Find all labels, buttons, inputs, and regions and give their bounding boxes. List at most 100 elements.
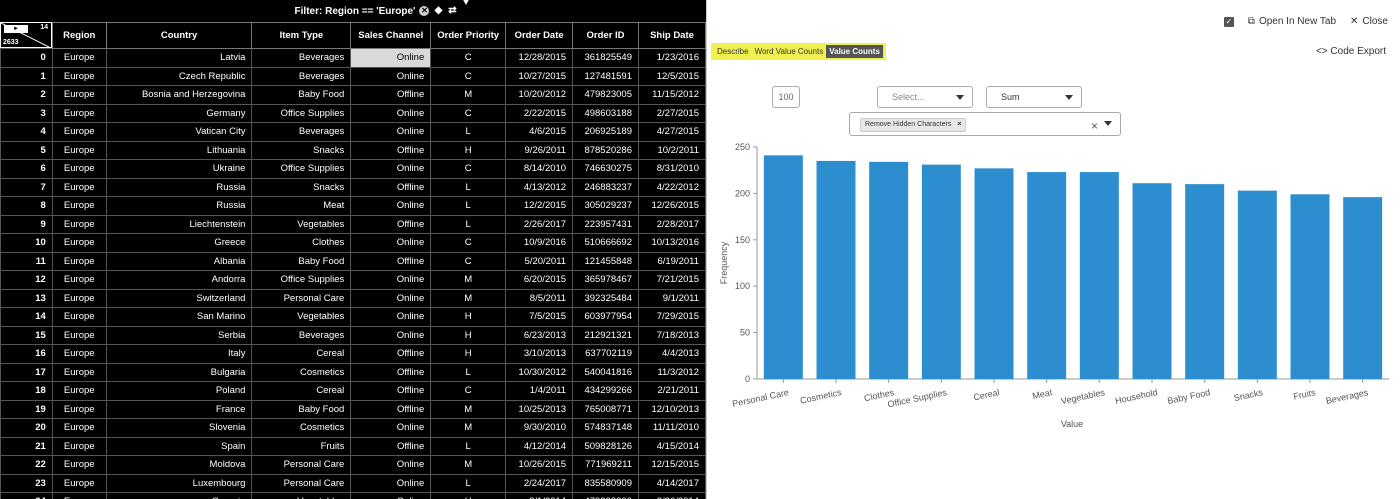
table-cell[interactable]: Online [350,307,432,327]
table-cell[interactable]: L [430,473,507,493]
table-cell[interactable]: 11/11/2010 [638,418,706,438]
table-cell[interactable]: 479823300 [572,492,639,499]
table-cell[interactable]: 12/28/2015 [505,48,574,68]
table-row[interactable]: 0 Europe Latvia Beverages Online C 12/28/2015 3… [0,48,706,68]
table-cell[interactable]: Offline [350,177,432,197]
table-cell[interactable]: France [105,399,253,419]
table-cell[interactable]: L [430,436,507,456]
table-cell[interactable]: Europe [51,362,107,382]
column-header[interactable]: Sales Channel [350,22,432,49]
table-cell[interactable]: Online [350,288,432,308]
table-cell[interactable]: Europe [51,66,107,86]
toggle-filter-icon[interactable]: ⇄ [447,6,457,16]
table-cell[interactable]: L [430,122,507,142]
table-cell[interactable]: 10/27/2015 [505,66,574,86]
table-row[interactable]: 21 Europe Spain Fruits Offline L 4/12/2014 5098… [0,436,706,456]
table-cell[interactable]: Online [350,270,432,290]
table-cell[interactable]: 835580909 [572,473,639,493]
column-header[interactable]: Ship Date [638,22,706,49]
table-cell[interactable]: 12/10/2013 [638,399,706,419]
table-cell[interactable]: Switzerland [105,288,253,308]
table-cell[interactable]: 392325484 [572,288,639,308]
table-row[interactable]: 11 Europe Albania Baby Food Offline C 5/20/201… [0,251,706,271]
table-cell[interactable]: Offline [350,214,432,234]
table-cell[interactable]: H [430,325,507,345]
table-cell[interactable]: Personal Care [251,473,352,493]
table-cell[interactable]: Online [350,418,432,438]
table-cell[interactable]: 6/20/2015 [505,270,574,290]
table-cell[interactable]: Moldova [105,455,253,475]
table-row[interactable]: 20 Europe Slovenia Cosmetics Online M 9/30/201… [0,418,706,438]
table-cell[interactable]: Greece [105,233,253,253]
table-cell[interactable]: Andorra [105,270,253,290]
table-cell[interactable]: 1/4/2011 [505,381,574,401]
table-cell[interactable]: 223957431 [572,214,639,234]
table-cell[interactable]: 2/22/2015 [505,103,574,123]
table-cell[interactable]: 2/26/2017 [505,214,574,234]
table-cell[interactable]: C [430,48,507,68]
table-cell[interactable]: Meat [251,196,352,216]
table-cell[interactable]: Europe [51,196,107,216]
table-row[interactable]: 16 Europe Italy Cereal Offline H 3/10/2013 6377… [0,344,706,364]
table-cell[interactable]: Cosmetics [251,362,352,382]
table-row[interactable]: 15 Europe Serbia Beverages Online H 6/23/2013 2… [0,325,706,345]
table-cell[interactable]: C [430,233,507,253]
table-cell[interactable]: Europe [51,288,107,308]
table-cell[interactable]: 9/30/2010 [505,418,574,438]
table-cell[interactable]: Cosmetics [251,418,352,438]
table-cell[interactable]: 7/29/2015 [638,307,706,327]
table-cell[interactable]: 10/20/2012 [505,85,574,105]
table-cell[interactable]: 10/13/2016 [638,233,706,253]
table-cell[interactable]: H [430,492,507,499]
table-cell[interactable]: Personal Care [251,455,352,475]
table-cell[interactable]: 746630275 [572,159,639,179]
table-row[interactable]: 22 Europe Moldova Personal Care Online M 10/26… [0,455,706,475]
table-cell[interactable]: Latvia [105,48,253,68]
column-header[interactable]: Order Priority [430,22,507,49]
table-cell[interactable]: Albania [105,251,253,271]
table-cell[interactable]: Office Supplies [251,103,352,123]
table-cell[interactable]: L [430,362,507,382]
table-cell[interactable]: Slovenia [105,418,253,438]
table-cell[interactable]: Vegetables [251,214,352,234]
table-cell[interactable]: Liechtenstein [105,214,253,234]
table-cell[interactable]: 4/13/2012 [505,177,574,197]
table-cell[interactable]: 2/26/2014 [638,492,706,499]
table-cell[interactable]: Online [350,196,432,216]
table-cell[interactable]: 765008771 [572,399,639,419]
table-row[interactable]: 18 Europe Poland Cereal Offline C 1/4/2011 4342… [0,381,706,401]
table-cell[interactable]: M [430,418,507,438]
table-cell[interactable]: Vegetables [251,492,352,499]
table-cell[interactable]: Online [350,122,432,142]
table-cell[interactable]: Baby Food [251,85,352,105]
table-cell[interactable]: M [430,455,507,475]
table-cell[interactable]: Europe [51,233,107,253]
table-cell[interactable]: 246883237 [572,177,639,197]
table-cell[interactable]: 10/9/2016 [505,233,574,253]
table-cell[interactable]: M [430,270,507,290]
table-row[interactable]: 14 Europe San Marino Vegetables Online H 7/5/2… [0,307,706,327]
table-cell[interactable]: Bosnia and Herzegovina [105,85,253,105]
table-cell[interactable]: San Marino [105,307,253,327]
table-cell[interactable]: Fruits [251,436,352,456]
table-cell[interactable]: Offline [350,436,432,456]
table-cell[interactable]: L [430,177,507,197]
table-cell[interactable]: Beverages [251,66,352,86]
table-row[interactable]: 4 Europe Vatican City Beverages Online L 4/6/2… [0,122,706,142]
table-cell[interactable]: Europe [51,270,107,290]
table-cell[interactable]: M [430,399,507,419]
table-cell[interactable]: 878520286 [572,140,639,160]
table-row[interactable]: 13 Europe Switzerland Personal Care Online M 8… [0,288,706,308]
table-cell[interactable]: 361825549 [572,48,639,68]
table-cell[interactable]: C [430,159,507,179]
table-cell[interactable]: Europe [51,418,107,438]
table-row[interactable]: 19 Europe France Baby Food Offline M 10/25/201… [0,399,706,419]
table-cell[interactable]: Online [350,473,432,493]
table-cell[interactable]: H [430,307,507,327]
table-row[interactable]: 1 Europe Czech Republic Beverages Online C 10/… [0,66,706,86]
table-cell[interactable]: Online [350,103,432,123]
table-cell[interactable]: 5/20/2011 [505,251,574,271]
table-row[interactable]: 7 Europe Russia Snacks Offline L 4/13/2012 2468… [0,177,706,197]
table-cell[interactable]: 2/27/2015 [638,103,706,123]
table-cell[interactable]: Ukraine [105,159,253,179]
